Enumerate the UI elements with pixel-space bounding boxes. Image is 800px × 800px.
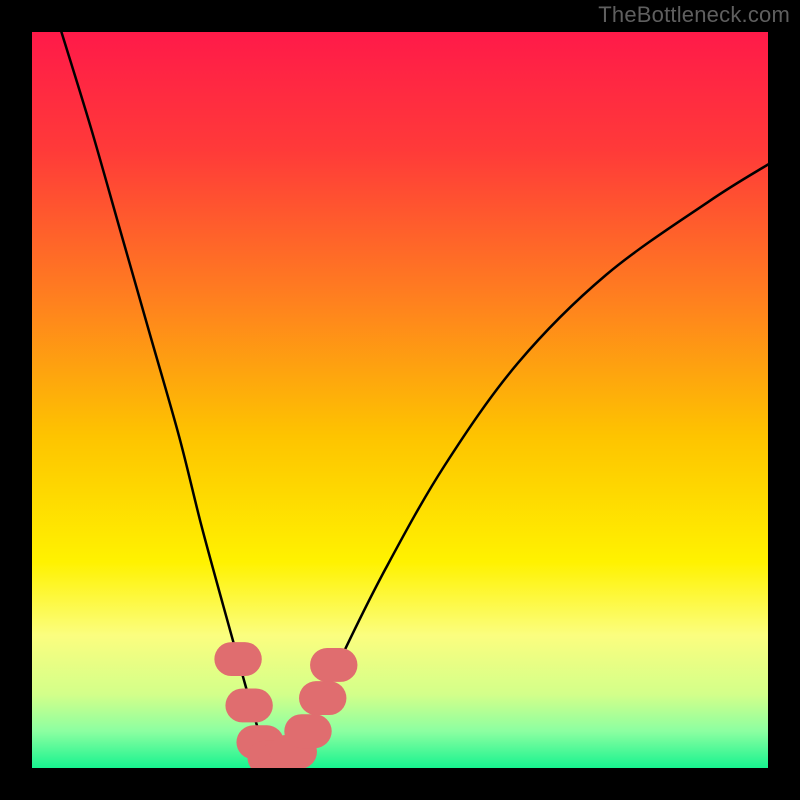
gradient-background: [32, 32, 768, 768]
highlight-marker: [214, 642, 261, 676]
highlight-marker: [225, 689, 272, 723]
highlight-marker: [299, 681, 346, 715]
chart-plot-area: [32, 32, 768, 768]
chart-frame: TheBottleneck.com: [0, 0, 800, 800]
chart-svg: [32, 32, 768, 768]
highlight-marker: [310, 648, 357, 682]
highlight-marker: [284, 714, 331, 748]
watermark-text: TheBottleneck.com: [598, 2, 790, 28]
